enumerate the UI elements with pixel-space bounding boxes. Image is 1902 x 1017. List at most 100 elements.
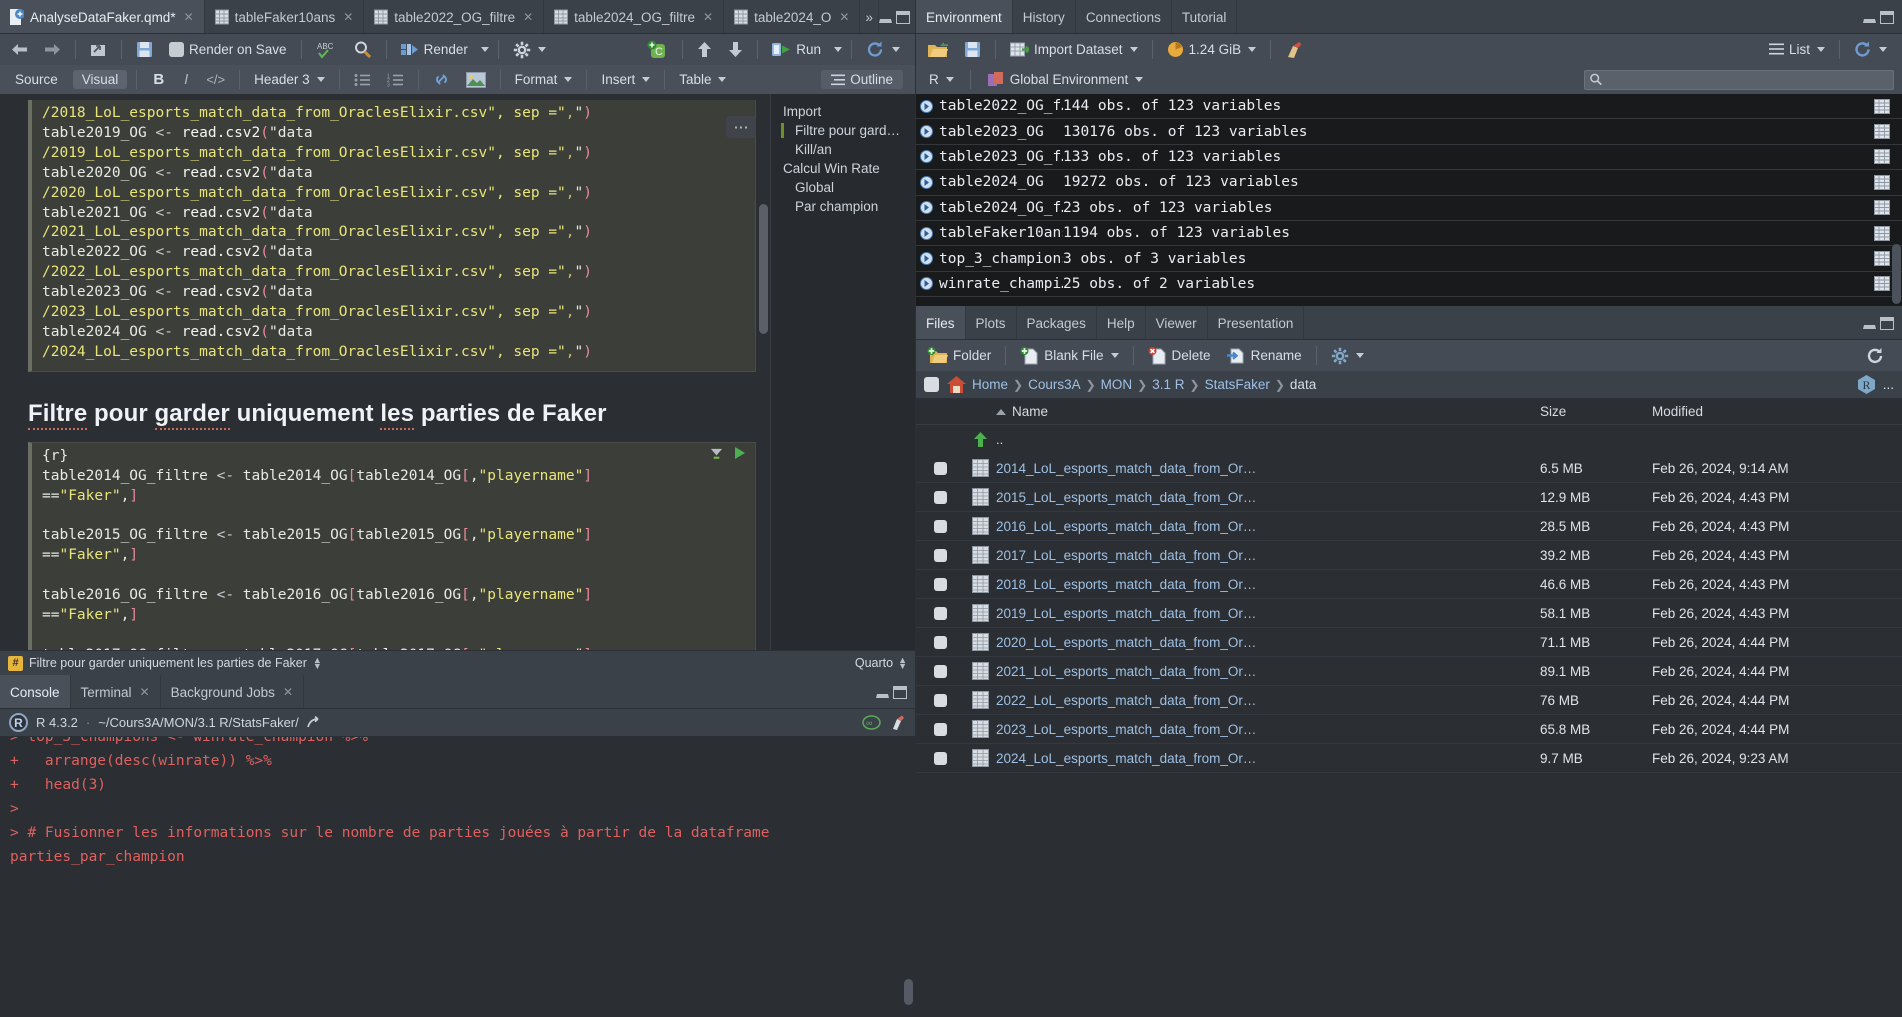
environment-row[interactable]: winrate_champi… 25 obs. of 2 variables bbox=[916, 272, 1902, 298]
editor-scrollbar-thumb[interactable] bbox=[759, 204, 768, 334]
select-all-checkbox[interactable] bbox=[924, 377, 939, 392]
files-tab-viewer[interactable]: Viewer bbox=[1145, 306, 1208, 340]
environment-scrollbar-thumb[interactable] bbox=[1892, 244, 1901, 304]
console-tab-console[interactable]: Console bbox=[0, 675, 71, 709]
file-name[interactable]: 2016_LoL_esports_match_data_from_Or… bbox=[996, 519, 1540, 534]
file-row[interactable]: 2020_LoL_esports_match_data_from_Or… 71.1… bbox=[916, 628, 1902, 657]
rerun-dropdown-caret[interactable] bbox=[892, 47, 900, 52]
link-icon[interactable] bbox=[428, 70, 455, 89]
home-icon[interactable] bbox=[946, 375, 967, 394]
insert-menu[interactable]: Insert bbox=[596, 70, 655, 89]
rename-button[interactable]: Rename bbox=[1222, 345, 1307, 366]
files-tab-packages[interactable]: Packages bbox=[1016, 306, 1097, 340]
blank-file-button[interactable]: Blank File bbox=[1015, 345, 1123, 367]
bullet-list-icon[interactable] bbox=[349, 71, 376, 89]
column-header-modified[interactable]: Modified bbox=[1652, 404, 1902, 419]
open-folder-icon[interactable] bbox=[922, 39, 953, 61]
mode-visual-button[interactable]: Visual bbox=[72, 70, 128, 89]
file-name[interactable]: 2019_LoL_esports_match_data_from_Or… bbox=[996, 606, 1540, 621]
file-row[interactable]: 2015_LoL_esports_match_data_from_Or… 12.9… bbox=[916, 483, 1902, 512]
outline-item-0[interactable]: Import bbox=[771, 102, 915, 121]
row-checkbox[interactable] bbox=[933, 548, 947, 562]
open-directory-icon[interactable] bbox=[306, 716, 321, 729]
environment-row[interactable]: tableFaker10ans 1194 obs. of 123 variable… bbox=[916, 221, 1902, 247]
row-checkbox[interactable] bbox=[933, 722, 947, 736]
files-settings-icon[interactable] bbox=[1326, 345, 1369, 367]
file-name[interactable]: 2018_LoL_esports_match_data_from_Or… bbox=[996, 577, 1540, 592]
row-checkbox-cell[interactable] bbox=[916, 490, 964, 504]
close-icon[interactable]: ✕ bbox=[283, 685, 293, 699]
file-name[interactable]: 2017_LoL_esports_match_data_from_Or… bbox=[996, 548, 1540, 563]
render-button[interactable]: Render bbox=[396, 40, 473, 59]
close-icon[interactable]: ✕ bbox=[343, 10, 353, 24]
files-list[interactable]: .. 2014_LoL_esports_match_data_from_Or… 6… bbox=[916, 425, 1902, 1017]
chunk-run-icon[interactable] bbox=[735, 447, 745, 460]
mode-source-button[interactable]: Source bbox=[6, 70, 67, 89]
row-checkbox[interactable] bbox=[933, 664, 947, 678]
files-more-menu[interactable]: ... bbox=[1883, 377, 1894, 392]
chunk-stepper-icon[interactable]: ▲ ▼ bbox=[313, 656, 322, 671]
clear-workspace-icon[interactable] bbox=[1280, 39, 1308, 61]
up-arrow-icon[interactable] bbox=[692, 39, 717, 60]
outline-toggle-button[interactable]: Outline bbox=[821, 70, 903, 89]
current-chunk-label[interactable]: Filtre pour garder uniquement les partie… bbox=[29, 656, 307, 670]
settings-dropdown-caret[interactable] bbox=[537, 47, 546, 52]
forward-arrow-icon[interactable] bbox=[39, 40, 66, 59]
console-tab-background-jobs[interactable]: Background Jobs ✕ bbox=[160, 675, 304, 709]
code-chunk-filtre[interactable]: {r} table2014_OG_filtre <- table2014_OG[… bbox=[28, 441, 756, 650]
row-checkbox[interactable] bbox=[933, 461, 947, 475]
inline-code-button[interactable]: </> bbox=[201, 72, 230, 87]
outline-item-5[interactable]: Par champion bbox=[771, 197, 915, 216]
file-name[interactable]: 2022_LoL_esports_match_data_from_Or… bbox=[996, 693, 1540, 708]
environment-search[interactable] bbox=[1584, 69, 1894, 90]
file-row[interactable]: 2014_LoL_esports_match_data_from_Or… 6.5 … bbox=[916, 454, 1902, 483]
file-row[interactable]: 2024_LoL_esports_match_data_from_Or… 9.7 … bbox=[916, 744, 1902, 773]
maximize-icon[interactable] bbox=[893, 685, 907, 699]
environment-row[interactable]: table2023_OG 130176 obs. of 123 variables bbox=[916, 119, 1902, 145]
table-menu[interactable]: Table bbox=[674, 70, 731, 89]
source-tab-4[interactable]: table2024_O ✕ bbox=[724, 0, 861, 34]
insert-chunk-icon[interactable]: C bbox=[641, 38, 673, 62]
row-checkbox-cell[interactable] bbox=[916, 693, 964, 707]
chunk-settings-icon[interactable] bbox=[710, 447, 723, 460]
back-arrow-icon[interactable] bbox=[6, 40, 33, 59]
visual-heading[interactable]: Filtre pour garder uniquement les partie… bbox=[28, 399, 742, 430]
outline-item-4[interactable]: Global bbox=[771, 178, 915, 197]
close-icon[interactable]: ✕ bbox=[523, 10, 533, 24]
row-checkbox[interactable] bbox=[933, 635, 947, 649]
row-checkbox[interactable] bbox=[933, 606, 947, 620]
breadcrumb-item-2[interactable]: MON bbox=[1101, 377, 1133, 392]
working-directory-label[interactable]: ~/Cours3A/MON/3.1 R/StatsFaker/ bbox=[98, 715, 298, 730]
heading-select[interactable]: Header 3 bbox=[249, 70, 330, 89]
environment-row[interactable]: table2024_OG_f… 23 obs. of 123 variables bbox=[916, 196, 1902, 221]
environment-row[interactable]: table2024_OG 19272 obs. of 123 variables bbox=[916, 170, 1902, 196]
row-checkbox-cell[interactable] bbox=[916, 664, 964, 678]
settings-icon[interactable] bbox=[508, 39, 551, 61]
code-chunk-import[interactable]: /2018_LoL_esports_match_data_from_Oracle… bbox=[28, 100, 756, 372]
file-row[interactable]: 2021_LoL_esports_match_data_from_Or… 89.1… bbox=[916, 657, 1902, 686]
outline-item-2[interactable]: Kill/an bbox=[771, 140, 915, 159]
format-menu[interactable]: Format bbox=[510, 70, 578, 89]
maximize-icon[interactable] bbox=[1880, 316, 1894, 330]
parent-directory-row[interactable]: .. bbox=[916, 425, 1902, 454]
minimize-icon[interactable] bbox=[1863, 12, 1876, 23]
environment-tab-connections[interactable]: Connections bbox=[1075, 0, 1172, 34]
minimize-icon[interactable] bbox=[878, 12, 892, 23]
console-output-area[interactable]: > top_3_champions <- winrate_champion %>… bbox=[0, 737, 915, 1017]
row-checkbox[interactable] bbox=[933, 577, 947, 591]
environment-row[interactable]: table2022_OG_f… 144 obs. of 123 variables bbox=[916, 94, 1902, 120]
file-row[interactable]: 2018_LoL_esports_match_data_from_Or… 46.6… bbox=[916, 570, 1902, 599]
expand-icon[interactable] bbox=[920, 201, 933, 215]
image-icon[interactable] bbox=[461, 70, 491, 90]
files-tab-help[interactable]: Help bbox=[1096, 306, 1146, 340]
row-checkbox-cell[interactable] bbox=[916, 751, 964, 765]
environment-tab-environment[interactable]: Environment bbox=[916, 0, 1013, 34]
view-data-icon[interactable] bbox=[1874, 251, 1890, 267]
file-name[interactable]: 2021_LoL_esports_match_data_from_Or… bbox=[996, 664, 1540, 679]
view-data-icon[interactable] bbox=[1874, 149, 1890, 165]
bold-button[interactable]: B bbox=[146, 71, 171, 88]
file-row[interactable]: 2017_LoL_esports_match_data_from_Or… 39.2… bbox=[916, 541, 1902, 570]
view-data-icon[interactable] bbox=[1874, 225, 1890, 241]
refresh-environment-icon[interactable] bbox=[1849, 39, 1892, 60]
save-icon[interactable] bbox=[131, 39, 158, 60]
